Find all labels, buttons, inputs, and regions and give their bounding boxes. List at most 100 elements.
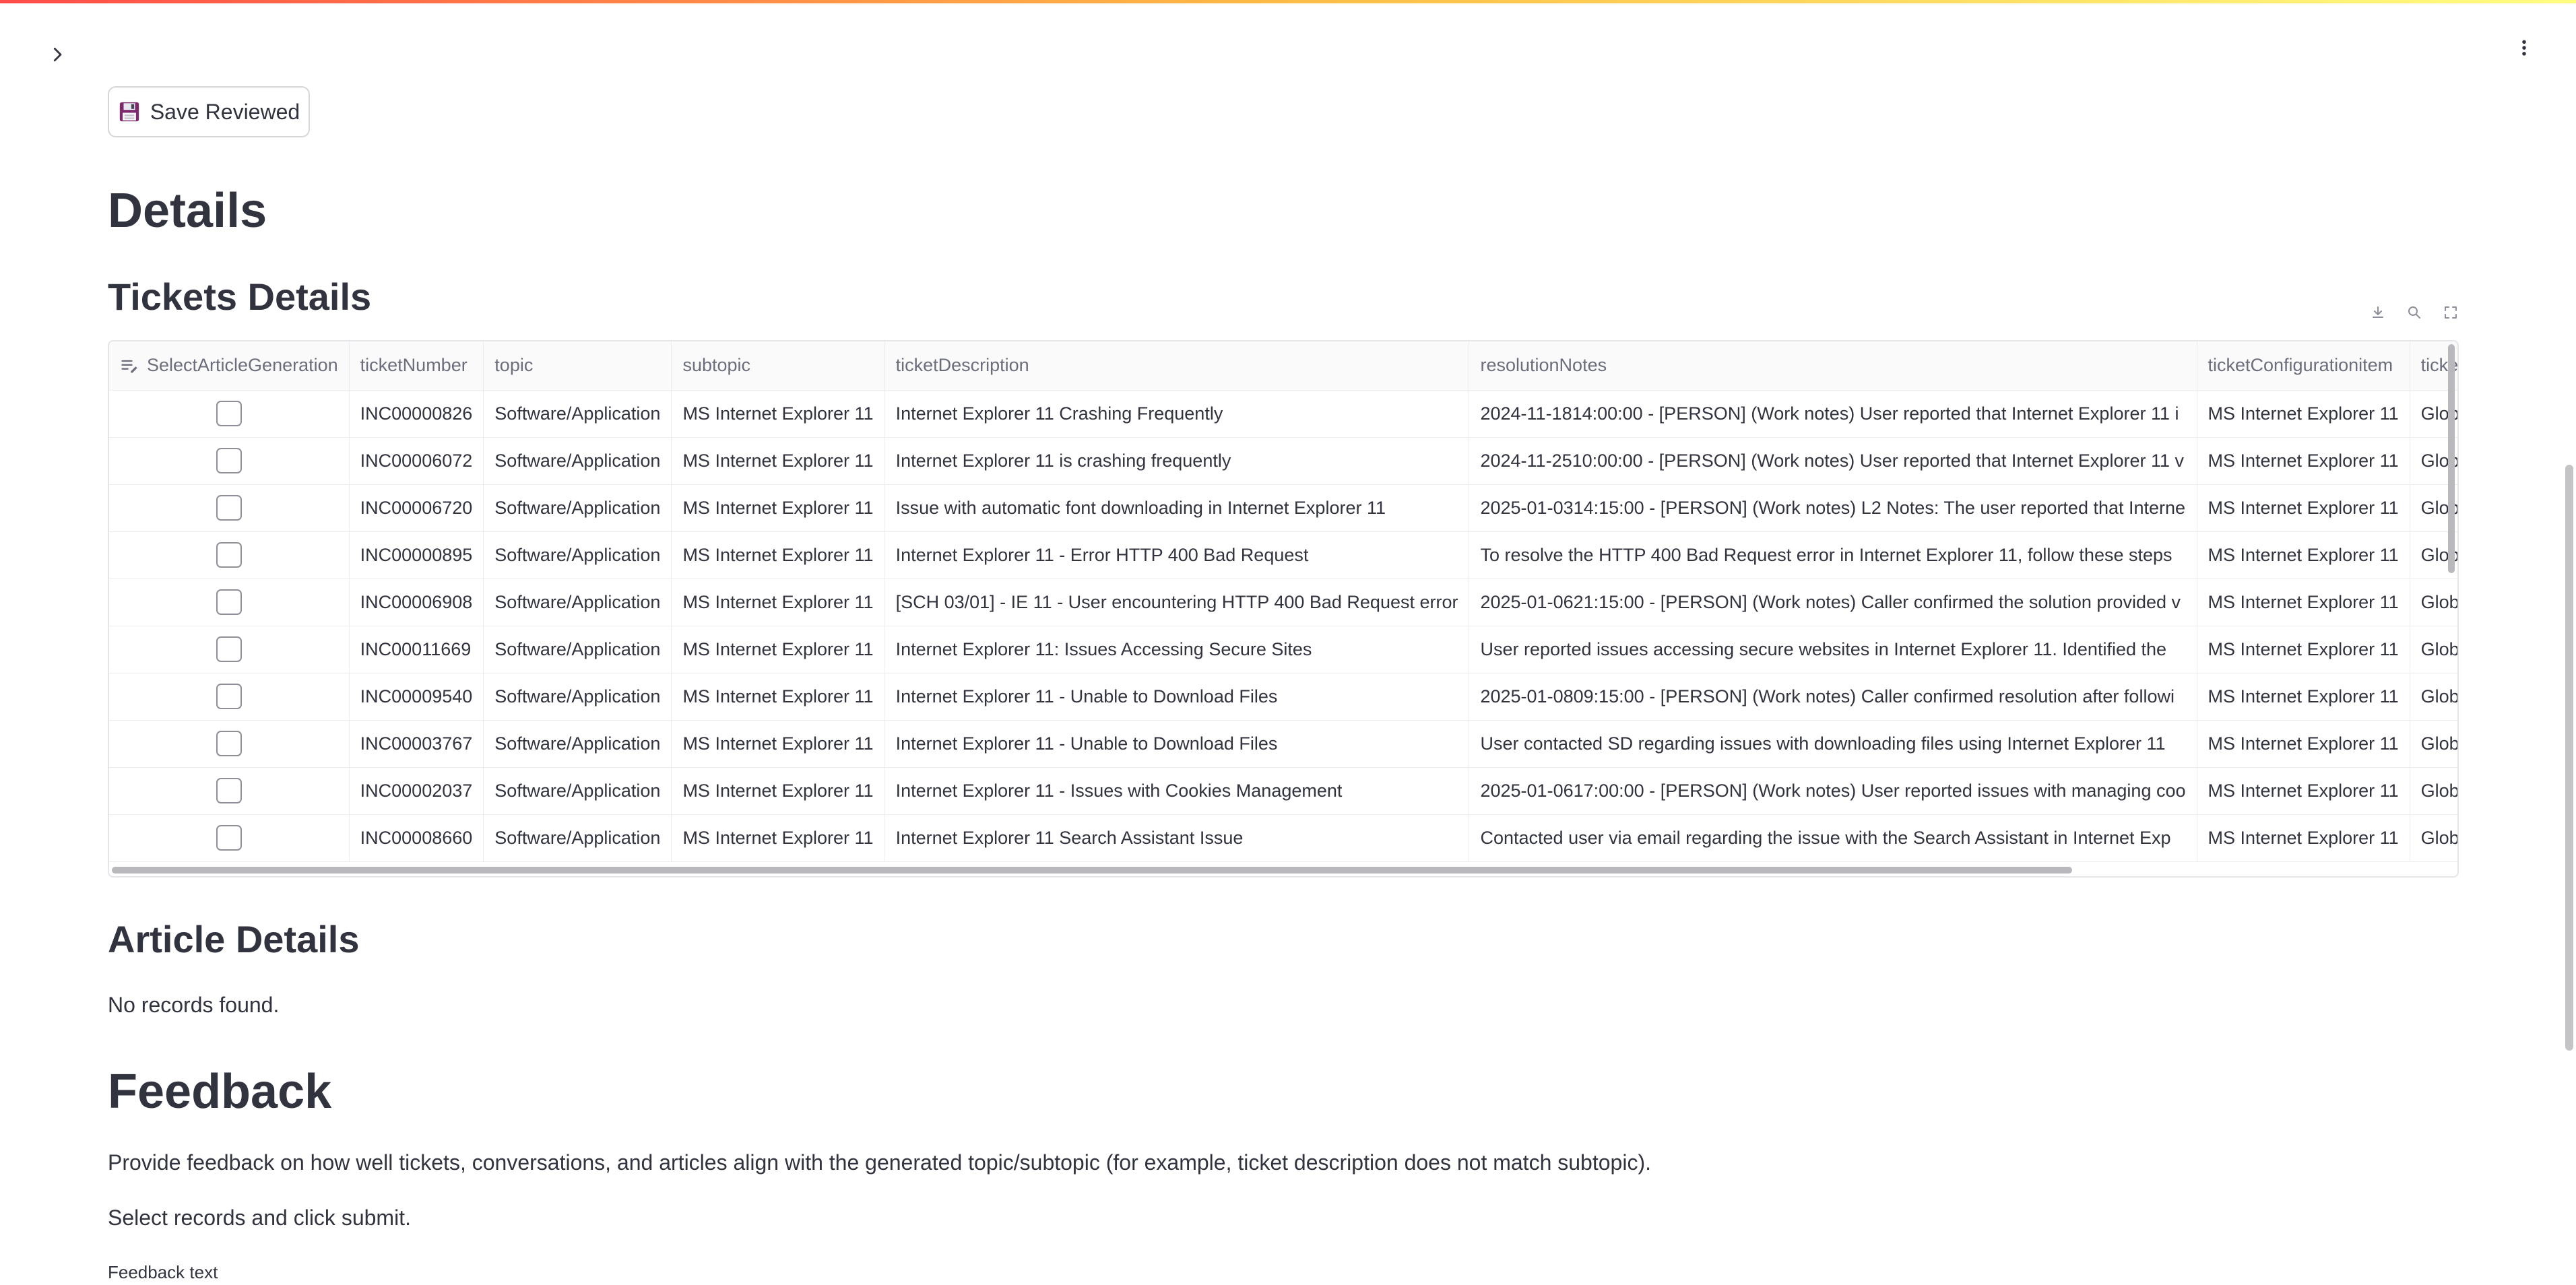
cell-subtopic[interactable]: MS Internet Explorer 11 <box>671 720 885 768</box>
cell-configuration-item[interactable]: MS Internet Explorer 11 <box>2197 767 2410 815</box>
cell-topic[interactable]: Software/Application <box>483 437 672 485</box>
select-article-checkbox[interactable] <box>216 731 242 756</box>
cell-ticket-description[interactable]: Internet Explorer 11 - Unable to Downloa… <box>884 720 1470 768</box>
cell-subtopic[interactable]: MS Internet Explorer 11 <box>671 531 885 579</box>
column-header-subtopic[interactable]: subtopic <box>671 341 885 391</box>
cell-configuration-item[interactable]: MS Internet Explorer 11 <box>2197 814 2410 862</box>
cell-topic[interactable]: Software/Application <box>483 673 672 721</box>
cell-topic[interactable]: Software/Application <box>483 767 672 815</box>
select-article-checkbox[interactable] <box>216 589 242 615</box>
cell-resolution-notes[interactable]: 2025-01-0809:15:00 - [PERSON] (Work note… <box>1469 673 2197 721</box>
cell-subtopic[interactable]: MS Internet Explorer 11 <box>671 626 885 673</box>
grid-vertical-scrollbar[interactable] <box>2448 344 2455 573</box>
cell-topic[interactable]: Software/Application <box>483 484 672 532</box>
cell-configuration-item[interactable]: MS Internet Explorer 11 <box>2197 626 2410 673</box>
search-button[interactable] <box>2402 300 2426 325</box>
cell-configuration-item[interactable]: MS Internet Explorer 11 <box>2197 390 2410 438</box>
cell-configuration-item[interactable]: MS Internet Explorer 11 <box>2197 484 2410 532</box>
cell-select <box>109 626 350 673</box>
column-header-topic[interactable]: topic <box>483 341 672 391</box>
cell-select <box>109 673 350 721</box>
download-button[interactable] <box>2366 300 2390 325</box>
cell-subtopic[interactable]: MS Internet Explorer 11 <box>671 767 885 815</box>
cell-assigned-to[interactable]: Global.Propentia <box>2410 579 2457 626</box>
column-header-configuration-item[interactable]: ticketConfigurationitem <box>2197 341 2410 391</box>
cell-ticket-description[interactable]: Internet Explorer 11 Crashing Frequently <box>884 390 1470 438</box>
cell-subtopic[interactable]: MS Internet Explorer 11 <box>671 437 885 485</box>
cell-ticket-description[interactable]: Internet Explorer 11: Issues Accessing S… <box>884 626 1470 673</box>
column-header-ticket-description[interactable]: ticketDescription <box>884 341 1470 391</box>
cell-resolution-notes[interactable]: 2024-11-2510:00:00 - [PERSON] (Work note… <box>1469 437 2197 485</box>
cell-ticket-number[interactable]: INC00006908 <box>349 579 484 626</box>
cell-configuration-item[interactable]: MS Internet Explorer 11 <box>2197 673 2410 721</box>
cell-assigned-to[interactable]: Global.Propentia <box>2410 720 2457 768</box>
cell-subtopic[interactable]: MS Internet Explorer 11 <box>671 484 885 532</box>
tickets-data-grid[interactable]: SelectArticleGeneration ticketNumber top… <box>108 340 2459 878</box>
select-article-checkbox[interactable] <box>216 542 242 568</box>
column-header-select[interactable]: SelectArticleGeneration <box>109 341 350 391</box>
cell-ticket-number[interactable]: INC00000895 <box>349 531 484 579</box>
cell-ticket-description[interactable]: Internet Explorer 11 Search Assistant Is… <box>884 814 1470 862</box>
main-menu-button[interactable] <box>2507 31 2541 65</box>
cell-ticket-description[interactable]: Internet Explorer 11 - Unable to Downloa… <box>884 673 1470 721</box>
cell-ticket-description[interactable]: [SCH 03/01] - IE 11 - User encountering … <box>884 579 1470 626</box>
cell-subtopic[interactable]: MS Internet Explorer 11 <box>671 390 885 438</box>
page-vertical-scrollbar[interactable] <box>2565 465 2573 1051</box>
cell-assigned-to[interactable]: Global.Propentia <box>2410 767 2457 815</box>
cell-resolution-notes[interactable]: 2025-01-0314:15:00 - [PERSON] (Work note… <box>1469 484 2197 532</box>
cell-ticket-description[interactable]: Internet Explorer 11 is crashing frequen… <box>884 437 1470 485</box>
cell-subtopic[interactable]: MS Internet Explorer 11 <box>671 673 885 721</box>
column-header-resolution-notes[interactable]: resolutionNotes <box>1469 341 2197 391</box>
cell-topic[interactable]: Software/Application <box>483 720 672 768</box>
cell-topic[interactable]: Software/Application <box>483 626 672 673</box>
select-article-checkbox[interactable] <box>216 778 242 803</box>
select-article-checkbox[interactable] <box>216 636 242 662</box>
cell-ticket-number[interactable]: INC00006720 <box>349 484 484 532</box>
cell-configuration-item[interactable]: MS Internet Explorer 11 <box>2197 579 2410 626</box>
cell-configuration-item[interactable]: MS Internet Explorer 11 <box>2197 437 2410 485</box>
cell-resolution-notes[interactable]: To resolve the HTTP 400 Bad Request erro… <box>1469 531 2197 579</box>
cell-subtopic[interactable]: MS Internet Explorer 11 <box>671 579 885 626</box>
cell-configuration-item[interactable]: MS Internet Explorer 11 <box>2197 531 2410 579</box>
select-article-checkbox[interactable] <box>216 448 242 473</box>
cell-ticket-description[interactable]: Internet Explorer 11 - Issues with Cooki… <box>884 767 1470 815</box>
cell-assigned-to[interactable]: Global.Propentia <box>2410 673 2457 721</box>
cell-topic[interactable]: Software/Application <box>483 390 672 438</box>
grid-horizontal-scrollbar[interactable] <box>112 867 2072 874</box>
save-reviewed-button[interactable]: Save Reviewed <box>108 86 310 137</box>
cell-select <box>109 579 350 626</box>
cell-topic[interactable]: Software/Application <box>483 579 672 626</box>
cell-ticket-number[interactable]: INC00000826 <box>349 390 484 438</box>
section-title-feedback: Feedback <box>108 1065 332 1119</box>
select-article-checkbox[interactable] <box>216 401 242 426</box>
select-article-checkbox[interactable] <box>216 684 242 709</box>
cell-assigned-to[interactable]: Global.Propentia <box>2410 626 2457 673</box>
cell-resolution-notes[interactable]: 2024-11-1814:00:00 - [PERSON] (Work note… <box>1469 390 2197 438</box>
cell-topic[interactable]: Software/Application <box>483 531 672 579</box>
cell-subtopic[interactable]: MS Internet Explorer 11 <box>671 814 885 862</box>
section-title-article-details: Article Details <box>108 918 360 960</box>
cell-ticket-description[interactable]: Issue with automatic font downloading in… <box>884 484 1470 532</box>
column-header-ticket-number[interactable]: ticketNumber <box>349 341 484 391</box>
cell-topic[interactable]: Software/Application <box>483 814 672 862</box>
cell-resolution-notes[interactable]: Contacted user via email regarding the i… <box>1469 814 2197 862</box>
cell-resolution-notes[interactable]: User reported issues accessing secure we… <box>1469 626 2197 673</box>
fullscreen-button[interactable] <box>2439 300 2463 325</box>
cell-ticket-number[interactable]: INC00006072 <box>349 437 484 485</box>
cell-ticket-number[interactable]: INC00008660 <box>349 814 484 862</box>
cell-ticket-description[interactable]: Internet Explorer 11 - Error HTTP 400 Ba… <box>884 531 1470 579</box>
cell-resolution-notes[interactable]: 2025-01-0621:15:00 - [PERSON] (Work note… <box>1469 579 2197 626</box>
cell-configuration-item[interactable]: MS Internet Explorer 11 <box>2197 720 2410 768</box>
cell-resolution-notes[interactable]: 2025-01-0617:00:00 - [PERSON] (Work note… <box>1469 767 2197 815</box>
cell-resolution-notes[interactable]: User contacted SD regarding issues with … <box>1469 720 2197 768</box>
download-icon <box>2373 306 2383 318</box>
select-article-checkbox[interactable] <box>216 495 242 521</box>
cell-ticket-number[interactable]: INC00003767 <box>349 720 484 768</box>
chevron-right-icon <box>53 47 62 62</box>
cell-assigned-to[interactable]: Global.Propentia <box>2410 814 2457 862</box>
select-article-checkbox[interactable] <box>216 825 242 851</box>
cell-ticket-number[interactable]: INC00002037 <box>349 767 484 815</box>
cell-ticket-number[interactable]: INC00009540 <box>349 673 484 721</box>
sidebar-toggle-button[interactable] <box>40 38 74 71</box>
cell-ticket-number[interactable]: INC00011669 <box>349 626 484 673</box>
